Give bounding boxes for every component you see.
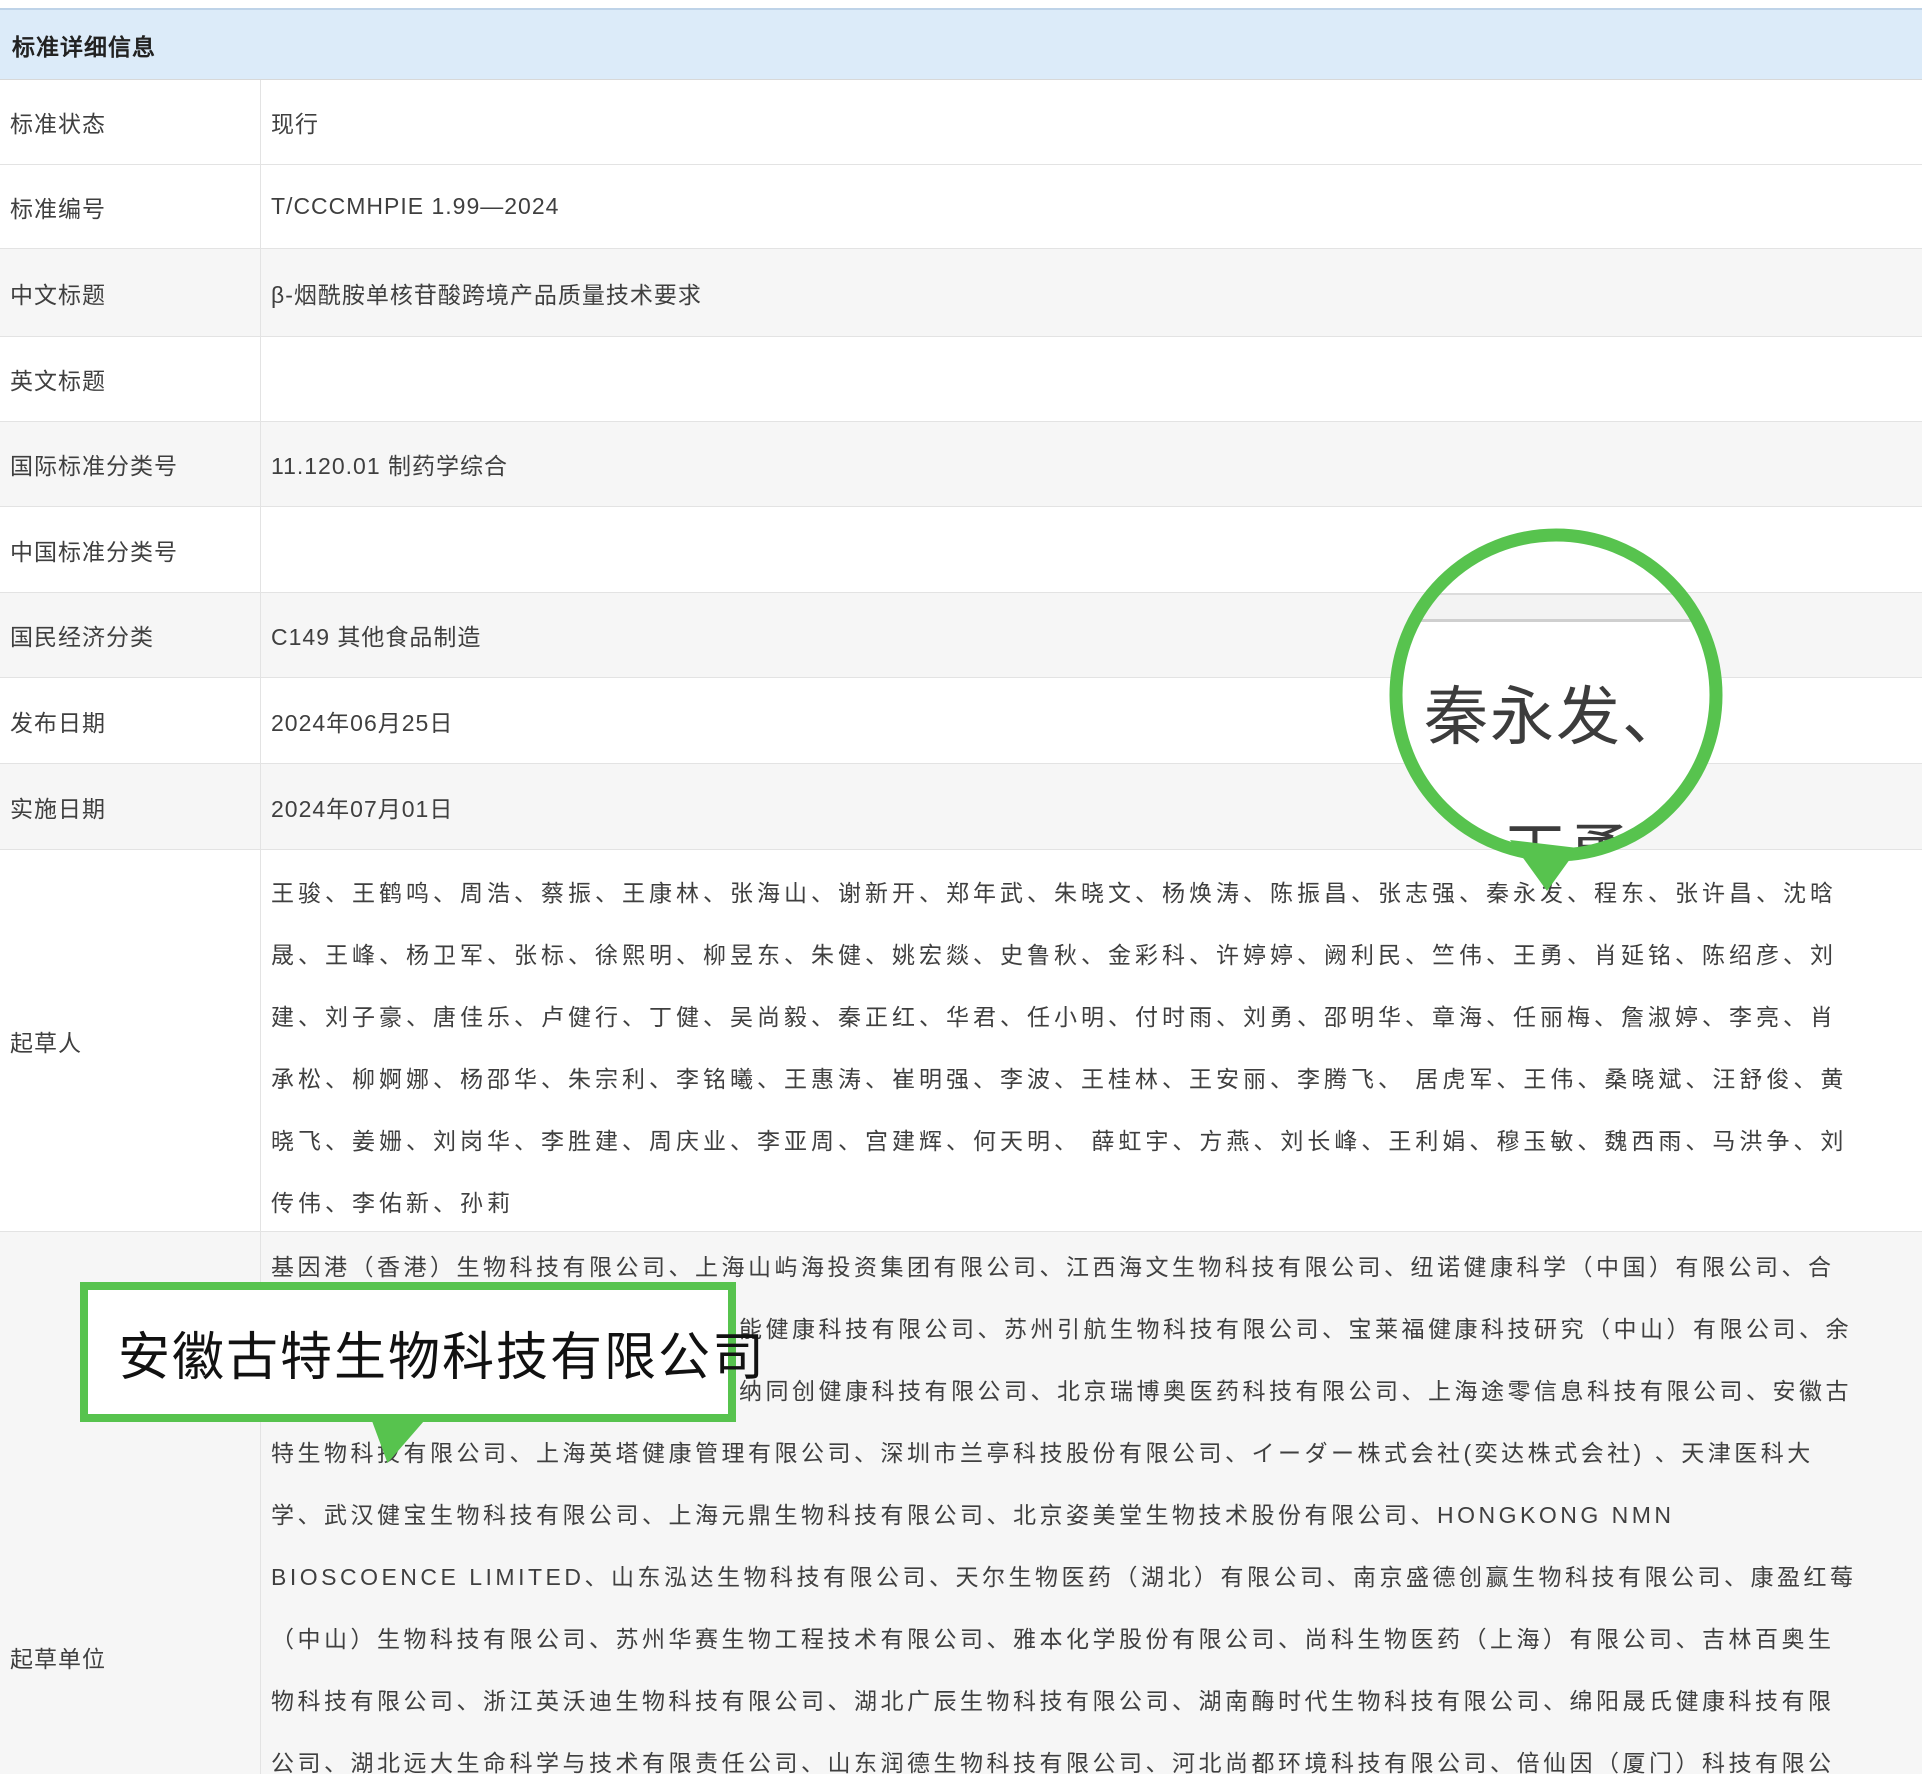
row-standard-status: 标准状态 现行 xyxy=(0,80,1922,165)
drafters-line: 传伟、李佑新、孙莉 xyxy=(271,1172,1922,1234)
row-label: 标准编号 xyxy=(0,165,261,248)
drafters-line: 晓飞、姜姗、刘岗华、李胜建、周庆业、李亚周、宫建辉、何天明、 薛虹宇、方燕、刘长… xyxy=(271,1110,1922,1172)
row-value xyxy=(261,337,1922,421)
row-label: 英文标题 xyxy=(0,337,261,421)
units-line: 物科技有限公司、浙江英沃迪生物科技有限公司、湖北广辰生物科技有限公司、湖南酶时代… xyxy=(271,1670,1922,1732)
units-line: 学、武汉健宝生物科技有限公司、上海元鼎生物科技有限公司、北京姿美堂生物技术股份有… xyxy=(271,1484,1922,1546)
row-ics-number: 国际标准分类号 11.120.01 制药学综合 xyxy=(0,422,1922,507)
row-value: T/CCCMHPIE 1.99—2024 xyxy=(261,165,1922,248)
row-value: β-烟酰胺单核苷酸跨境产品质量技术要求 xyxy=(261,249,1922,336)
row-label: 国际标准分类号 xyxy=(0,422,261,506)
drafters-line: 承松、柳婀娜、杨邵华、朱宗利、李铭曦、王惠涛、崔明强、李波、王桂林、王安丽、李腾… xyxy=(271,1048,1922,1110)
panel-title: 标准详细信息 xyxy=(0,8,1922,80)
row-english-title: 英文标题 xyxy=(0,337,1922,422)
row-label: 国民经济分类 xyxy=(0,593,261,677)
row-label: 起草人 xyxy=(0,850,261,1231)
row-label: 中国标准分类号 xyxy=(0,507,261,592)
row-label: 中文标题 xyxy=(0,249,261,336)
drafters-line: 建、刘子豪、唐佳乐、卢健行、丁健、吴尚毅、秦正红、华君、任小明、付时雨、刘勇、邵… xyxy=(271,986,1922,1048)
callout-triangle xyxy=(362,1421,424,1463)
row-value: 11.120.01 制药学综合 xyxy=(261,422,1922,506)
row-chinese-title: 中文标题 β-烟酰胺单核苷酸跨境产品质量技术要求 xyxy=(0,249,1922,337)
magnified-name-text: 秦永发、 xyxy=(1424,681,1688,753)
row-label: 标准状态 xyxy=(0,80,261,164)
highlight-box-text: 安徽古特生物科技有限公司 xyxy=(118,1315,766,1390)
units-line: （中山）生物科技有限公司、苏州华赛生物工程技术有限公司、雅本化学股份有限公司、尚… xyxy=(271,1608,1922,1670)
highlight-box-annotation: 安徽古特生物科技有限公司 xyxy=(80,1282,736,1422)
units-line: 特生物科技有限公司、上海英塔健康管理有限公司、深圳市兰亭科技股份有限公司、イーダ… xyxy=(271,1422,1922,1484)
row-label: 发布日期 xyxy=(0,678,261,763)
row-value: 现行 xyxy=(261,80,1922,164)
magnifier-circle-annotation: 秦永发、 王勇 xyxy=(1376,515,1756,935)
row-standard-number: 标准编号 T/CCCMHPIE 1.99—2024 xyxy=(0,165,1922,249)
units-line: 公司、湖北远大生命科学与技术有限责任公司、山东润德生物科技有限公司、河北尚都环境… xyxy=(271,1732,1922,1774)
units-line: BIOSCOENCE LIMITED、山东泓达生物科技有限公司、天尔生物医药（湖… xyxy=(271,1546,1922,1608)
row-label: 实施日期 xyxy=(0,764,261,849)
magnifier-tail xyxy=(1510,840,1578,891)
